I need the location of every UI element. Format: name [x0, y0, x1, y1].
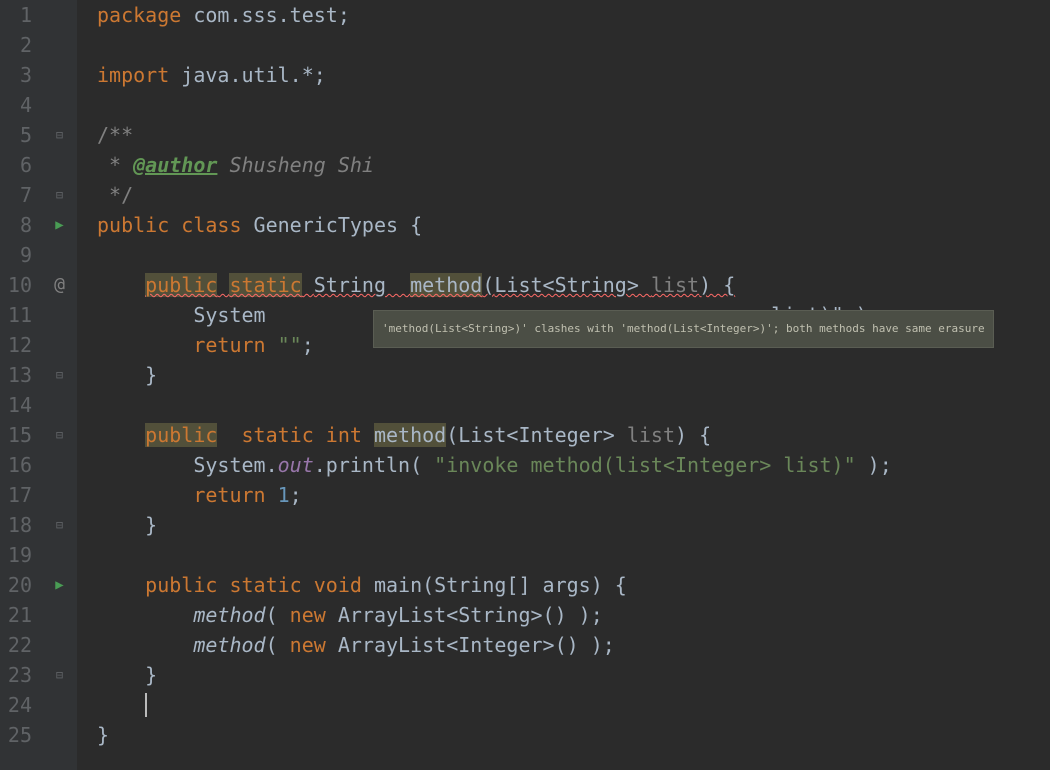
error-tooltip: 'method(List<String>)' clashes with 'met… — [373, 310, 994, 348]
line-number: 10 — [0, 270, 32, 300]
code-line: method( new ArrayList<Integer>() ); — [97, 630, 1050, 660]
line-number: 15 — [0, 420, 32, 450]
line-number: 22 — [0, 630, 32, 660]
fold-icon[interactable]: ⊟ — [56, 360, 63, 390]
line-number: 3 — [0, 60, 32, 90]
code-line — [97, 30, 1050, 60]
code-line: package com.sss.test; — [97, 0, 1050, 30]
line-number: 21 — [0, 600, 32, 630]
code-line: } — [97, 360, 1050, 390]
code-line: * @author Shusheng Shi — [97, 150, 1050, 180]
code-line: */ — [97, 180, 1050, 210]
line-number: 8 — [0, 210, 32, 240]
line-number: 19 — [0, 540, 32, 570]
line-number: 20 — [0, 570, 32, 600]
line-number: 25 — [0, 720, 32, 750]
line-number: 23 — [0, 660, 32, 690]
code-line — [97, 90, 1050, 120]
code-line: public static String method(List<String>… — [97, 270, 1050, 300]
line-number: 9 — [0, 240, 32, 270]
text-cursor — [145, 693, 147, 717]
code-line: public class GenericTypes { — [97, 210, 1050, 240]
code-line — [97, 540, 1050, 570]
line-number: 12 — [0, 330, 32, 360]
code-line: return 1; — [97, 480, 1050, 510]
fold-icon[interactable]: ⊟ — [56, 180, 63, 210]
fold-icon[interactable]: ⊟ — [56, 120, 63, 150]
line-number: 2 — [0, 30, 32, 60]
fold-icon[interactable]: ⊟ — [56, 510, 63, 540]
line-number: 13 — [0, 360, 32, 390]
code-line: public static void main(String[] args) { — [97, 570, 1050, 600]
code-line: import java.util.*; — [97, 60, 1050, 90]
line-number: 24 — [0, 690, 32, 720]
line-number: 4 — [0, 90, 32, 120]
code-line — [97, 690, 1050, 720]
icon-gutter: ⊟ ⊟ ▶ @ ⊟ ⊟ ⊟ ▶ ⊟ — [42, 0, 77, 770]
fold-icon[interactable]: ⊟ — [56, 420, 63, 450]
code-line: method( new ArrayList<String>() ); — [97, 600, 1050, 630]
code-editor[interactable]: 1 2 3 4 5 6 7 8 9 10 11 12 13 14 15 16 1… — [0, 0, 1050, 770]
code-line: } — [97, 720, 1050, 750]
run-icon[interactable]: ▶ — [55, 570, 63, 600]
line-number-gutter: 1 2 3 4 5 6 7 8 9 10 11 12 13 14 15 16 1… — [0, 0, 42, 770]
fold-icon[interactable]: ⊟ — [56, 660, 63, 690]
code-line: /** — [97, 120, 1050, 150]
run-icon[interactable]: ▶ — [55, 210, 63, 240]
code-content[interactable]: package com.sss.test; import java.util.*… — [77, 0, 1050, 770]
line-number: 7 — [0, 180, 32, 210]
line-number: 14 — [0, 390, 32, 420]
line-number: 16 — [0, 450, 32, 480]
code-line: } — [97, 660, 1050, 690]
line-number: 6 — [0, 150, 32, 180]
line-number: 18 — [0, 510, 32, 540]
line-number: 11 — [0, 300, 32, 330]
code-line: } — [97, 510, 1050, 540]
code-line: System.out.println( "invoke method(list<… — [97, 450, 1050, 480]
code-line — [97, 240, 1050, 270]
override-icon[interactable]: @ — [54, 270, 65, 300]
code-line: public static int method(List<Integer> l… — [97, 420, 1050, 450]
line-number: 1 — [0, 0, 32, 30]
line-number: 17 — [0, 480, 32, 510]
line-number: 5 — [0, 120, 32, 150]
code-line — [97, 390, 1050, 420]
